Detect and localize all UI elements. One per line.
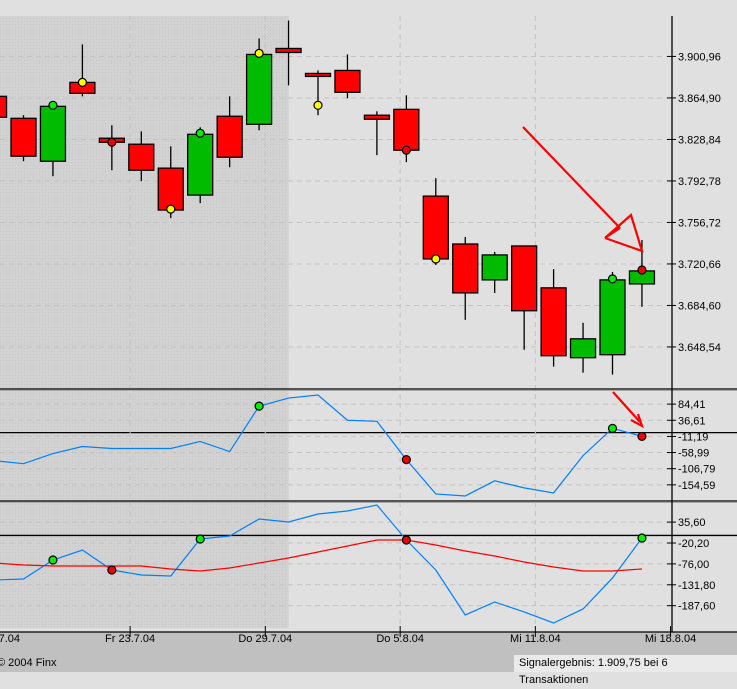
signal-dot-red (401, 535, 411, 545)
signal-dot-yellow (431, 254, 441, 264)
y-tick-label: 3.864,90 (678, 93, 721, 105)
signal-dot-green (254, 401, 264, 411)
y-tick-label: -58,99 (678, 448, 709, 460)
copyright-text: © 2004 Finx (0, 657, 57, 669)
y-tick-label: -76,00 (678, 559, 709, 571)
x-tick-label: Do 5.8.04 (376, 633, 424, 645)
signal-dot-red (107, 565, 117, 575)
candle-body (481, 254, 508, 281)
signal-dot-green (195, 534, 205, 544)
y-tick-label: -131,80 (678, 580, 715, 592)
y-tick-label: 3.900,96 (678, 51, 721, 63)
signal-dot-yellow (166, 204, 176, 214)
signal-dot-green (637, 533, 647, 543)
candle-body (0, 95, 8, 118)
signal-result-text: Signalergebnis: 1.909,75 bei 6 Transakti… (514, 655, 737, 686)
y-tick-label: 35,60 (678, 517, 706, 529)
signal-dot-green (48, 555, 58, 565)
y-tick-label: 36,61 (678, 415, 706, 427)
candle-body (187, 133, 214, 196)
candle-body (569, 338, 597, 359)
candle-body (275, 47, 302, 54)
y-tick-label: -106,79 (678, 464, 715, 476)
y-tick-label: -20,20 (678, 538, 709, 550)
candle-body (245, 53, 273, 125)
candle-body (39, 105, 67, 162)
candle-body (304, 72, 332, 78)
candle (187, 127, 214, 204)
signal-dot-red (637, 431, 647, 442)
candle-body (393, 108, 420, 151)
candle (10, 115, 37, 162)
signal-dot-green (607, 274, 618, 284)
signal-dot-yellow (254, 48, 264, 59)
candle-body (540, 287, 567, 357)
candle-body (334, 69, 361, 93)
x-tick-label: Fr 16.7.04 (0, 633, 20, 645)
candle-body (599, 279, 626, 356)
candle (0, 95, 8, 118)
signal-dot-red (401, 145, 411, 155)
x-tick-label: Do 29.7.04 (238, 633, 292, 645)
candle-body (216, 115, 243, 158)
signal-dot-green (607, 423, 618, 433)
x-tick-label: Mi 11.8.04 (510, 633, 561, 645)
y-tick-label: -187,60 (678, 601, 715, 613)
y-tick-label: 3.792,78 (678, 176, 721, 188)
stock-chart: 3.900,96 3.864,90 3.828,84 3.792,78 3.756,72… (0, 0, 737, 672)
candle-body (363, 114, 391, 120)
candle-body (10, 117, 37, 157)
y-tick-label: 3.756,72 (678, 217, 721, 229)
candle-body (128, 143, 155, 171)
y-tick-label: -154,59 (678, 480, 715, 492)
x-tick-label: Mi 18.8.04 (645, 633, 696, 645)
signal-dot-red (107, 137, 117, 147)
y-tick-label: 84,41 (678, 399, 706, 411)
signal-dot-red (637, 265, 647, 275)
candle-body (157, 167, 184, 211)
signal-dot-yellow (77, 77, 88, 88)
y-tick-label: 3.720,66 (678, 259, 721, 271)
signal-dot-green (195, 128, 205, 138)
x-tick-label: Fr 23.7.04 (105, 633, 155, 645)
signal-dot-green (48, 100, 58, 110)
candle-body (422, 195, 449, 260)
y-tick-label: 3.684,60 (678, 300, 721, 312)
candle-body (510, 245, 538, 312)
candle-body (452, 243, 479, 294)
y-tick-label: 3.828,84 (678, 134, 721, 146)
signal-dot-yellow (313, 100, 323, 110)
signal-dot-red (401, 455, 411, 465)
y-tick-label: 3.648,54 (678, 342, 721, 354)
